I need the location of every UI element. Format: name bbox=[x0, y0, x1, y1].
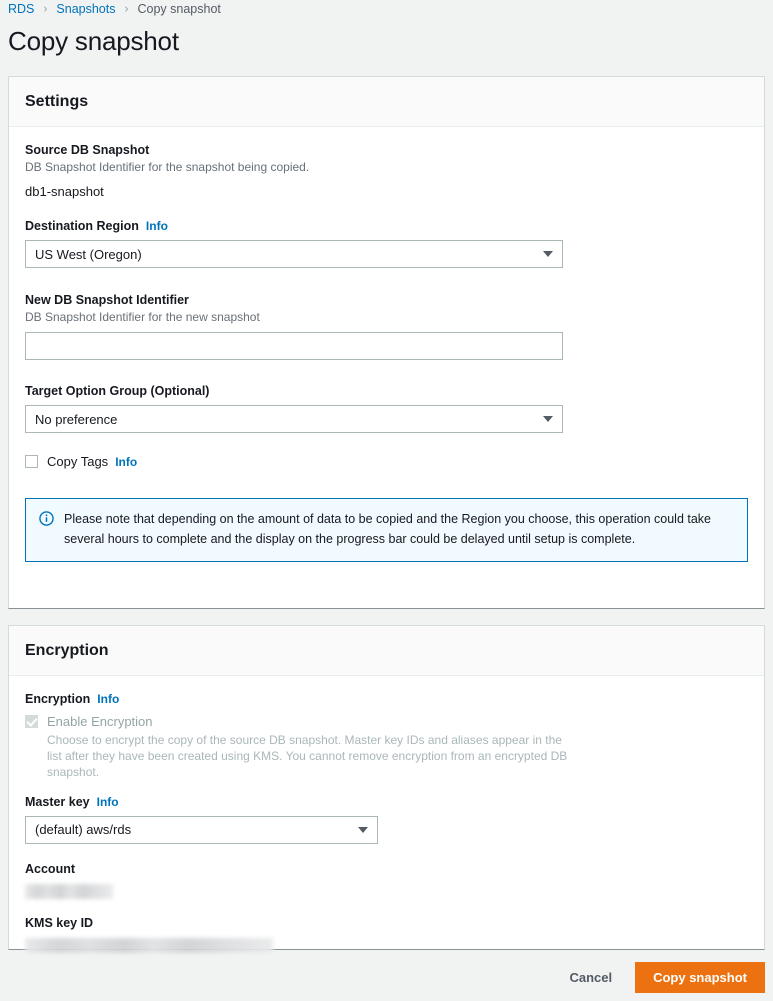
encryption-header-title: Encryption bbox=[25, 642, 109, 660]
chevron-down-icon bbox=[358, 827, 368, 833]
copy-tags-label-text: Copy Tags bbox=[47, 454, 108, 469]
destination-region-label-text: Destination Region bbox=[25, 219, 139, 233]
destination-region-info-link[interactable]: Info bbox=[146, 219, 168, 233]
settings-card-body: Source DB Snapshot DB Snapshot Identifie… bbox=[9, 127, 764, 578]
encryption-label: Encryption Info bbox=[25, 692, 748, 706]
encryption-label-text: Encryption bbox=[25, 692, 90, 706]
destination-region-field: Destination Region Info US West (Oregon) bbox=[25, 219, 748, 268]
form-actions: Cancel Copy snapshot bbox=[8, 962, 765, 993]
breadcrumb-item-copy-snapshot: Copy snapshot bbox=[137, 2, 220, 16]
account-label-text: Account bbox=[25, 862, 75, 876]
target-option-group-select[interactable]: No preference bbox=[25, 405, 563, 433]
source-db-snapshot-label: Source DB Snapshot bbox=[25, 143, 748, 157]
master-key-label: Master key Info bbox=[25, 795, 748, 809]
encryption-card-header: Encryption bbox=[9, 626, 764, 676]
destination-region-selected-value: US West (Oregon) bbox=[35, 247, 142, 262]
account-value-redacted bbox=[25, 884, 113, 899]
page-title: Copy snapshot bbox=[8, 26, 179, 57]
copy-snapshot-page: RDS › Snapshots › Copy snapshot Copy sna… bbox=[0, 0, 773, 1001]
enable-encryption-description: Choose to encrypt the copy of the source… bbox=[47, 732, 572, 781]
source-db-snapshot-value: db1-snapshot bbox=[25, 184, 748, 199]
breadcrumb-item-snapshots[interactable]: Snapshots bbox=[56, 2, 115, 16]
target-option-group-selected-value: No preference bbox=[35, 412, 117, 427]
encryption-card: Encryption Encryption Info Enable Encryp… bbox=[8, 625, 765, 950]
master-key-field: Master key Info (default) aws/rds bbox=[25, 795, 748, 844]
master-key-label-text: Master key bbox=[25, 795, 90, 809]
account-label: Account bbox=[25, 862, 748, 876]
info-circle-icon bbox=[39, 511, 54, 531]
kms-key-id-label: KMS key ID bbox=[25, 916, 748, 930]
breadcrumb-item-rds[interactable]: RDS bbox=[8, 2, 34, 16]
master-key-selected-value: (default) aws/rds bbox=[35, 822, 131, 837]
enable-encryption-label: Enable Encryption bbox=[47, 714, 748, 729]
source-db-snapshot-description: DB Snapshot Identifier for the snapshot … bbox=[25, 159, 748, 175]
encryption-info-link[interactable]: Info bbox=[97, 692, 119, 706]
chevron-down-icon bbox=[543, 416, 553, 422]
account-field: Account bbox=[25, 862, 748, 899]
copy-duration-notice-text: Please note that depending on the amount… bbox=[64, 510, 733, 549]
kms-key-id-field: KMS key ID bbox=[25, 916, 748, 953]
settings-header-title: Settings bbox=[25, 93, 88, 111]
source-db-snapshot-field: Source DB Snapshot DB Snapshot Identifie… bbox=[25, 143, 748, 199]
cancel-button[interactable]: Cancel bbox=[554, 963, 627, 992]
settings-card: Settings Source DB Snapshot DB Snapshot … bbox=[8, 76, 765, 609]
enable-encryption-checkbox bbox=[25, 715, 38, 728]
destination-region-select[interactable]: US West (Oregon) bbox=[25, 240, 563, 268]
kms-key-id-label-text: KMS key ID bbox=[25, 916, 93, 930]
breadcrumb-separator: › bbox=[124, 2, 128, 16]
destination-region-label: Destination Region Info bbox=[25, 219, 748, 233]
master-key-info-link[interactable]: Info bbox=[97, 795, 119, 809]
new-db-snapshot-identifier-description: DB Snapshot Identifier for the new snaps… bbox=[25, 309, 748, 325]
breadcrumb-separator: › bbox=[43, 2, 47, 16]
target-option-group-label-text: Target Option Group (Optional) bbox=[25, 384, 209, 398]
enable-encryption-field: Enable Encryption Choose to encrypt the … bbox=[25, 714, 748, 781]
master-key-select[interactable]: (default) aws/rds bbox=[25, 816, 378, 844]
copy-duration-notice: Please note that depending on the amount… bbox=[25, 498, 748, 562]
new-db-snapshot-identifier-input[interactable] bbox=[25, 332, 563, 360]
kms-key-id-value-redacted bbox=[25, 938, 273, 953]
settings-card-header: Settings bbox=[9, 77, 764, 127]
copy-snapshot-button[interactable]: Copy snapshot bbox=[635, 962, 765, 993]
breadcrumb: RDS › Snapshots › Copy snapshot bbox=[8, 2, 221, 16]
source-db-snapshot-label-text: Source DB Snapshot bbox=[25, 143, 149, 157]
new-db-snapshot-identifier-field: New DB Snapshot Identifier DB Snapshot I… bbox=[25, 293, 748, 360]
copy-tags-checkbox[interactable] bbox=[25, 455, 38, 468]
target-option-group-label: Target Option Group (Optional) bbox=[25, 384, 748, 398]
enable-encryption-label-text: Enable Encryption bbox=[47, 714, 153, 729]
copy-tags-label: Copy Tags Info bbox=[47, 454, 137, 469]
copy-tags-info-link[interactable]: Info bbox=[115, 455, 137, 469]
chevron-down-icon bbox=[543, 251, 553, 257]
encryption-card-body: Encryption Info Enable Encryption Choose… bbox=[9, 676, 764, 969]
new-db-snapshot-identifier-label-text: New DB Snapshot Identifier bbox=[25, 293, 189, 307]
new-db-snapshot-identifier-label: New DB Snapshot Identifier bbox=[25, 293, 748, 307]
target-option-group-field: Target Option Group (Optional) No prefer… bbox=[25, 384, 748, 433]
copy-tags-field: Copy Tags Info bbox=[25, 454, 748, 469]
